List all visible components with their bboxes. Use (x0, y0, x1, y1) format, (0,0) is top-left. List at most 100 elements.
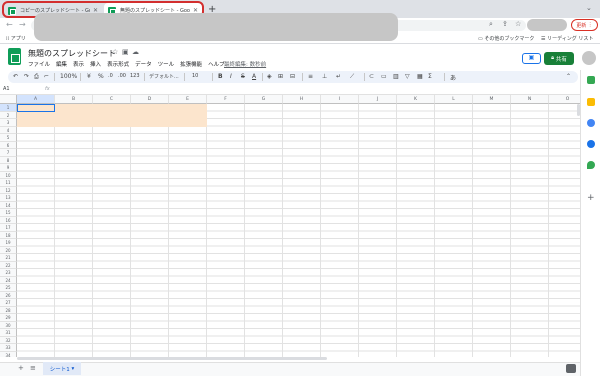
row-header[interactable]: 16 (0, 216, 17, 224)
row-header[interactable]: 6 (0, 141, 17, 149)
italic-button[interactable]: I (230, 73, 232, 80)
name-box[interactable]: A1 (3, 86, 10, 92)
row-header[interactable]: 24 (0, 276, 17, 284)
present-button[interactable]: ▣ (522, 53, 541, 64)
update-button[interactable]: 更新 ⋮ (571, 19, 598, 31)
row-header[interactable]: 26 (0, 291, 17, 299)
horizontal-scrollbar[interactable] (17, 357, 327, 360)
row-header[interactable]: 5 (0, 134, 17, 142)
select-all-corner[interactable] (0, 95, 17, 104)
row-header[interactable]: 34 (0, 351, 17, 357)
text-wrap-icon[interactable]: ↵ (336, 73, 341, 80)
row-header[interactable]: 14 (0, 201, 17, 209)
column-header[interactable]: L (435, 95, 473, 104)
row-header[interactable]: 19 (0, 239, 17, 247)
row-header[interactable]: 15 (0, 209, 17, 217)
bold-button[interactable]: B (218, 73, 223, 80)
more-formats-select[interactable]: 123 (130, 73, 140, 79)
menu-view[interactable]: 表示 (73, 60, 84, 68)
column-header[interactable]: F (207, 95, 245, 104)
row-header[interactable]: 17 (0, 224, 17, 232)
keep-icon[interactable] (587, 98, 595, 106)
share-page-icon[interactable]: ⇪ (502, 20, 508, 28)
zoom-select[interactable]: 100% (60, 73, 77, 80)
column-header[interactable]: G (245, 95, 283, 104)
row-header[interactable]: 27 (0, 299, 17, 307)
redo-icon[interactable]: ↷ (24, 73, 29, 80)
back-icon[interactable]: ← (6, 20, 13, 29)
filter-views-icon[interactable]: ▦ (417, 73, 423, 80)
text-rotation-icon[interactable]: ⟋ (350, 73, 354, 81)
print-icon[interactable]: ⎙ (34, 73, 39, 81)
font-size-select[interactable]: 10 (192, 73, 198, 79)
search-icon[interactable]: ⌕ (489, 20, 493, 29)
chevron-down-icon[interactable]: ⌄ (586, 4, 592, 12)
move-folder-icon[interactable]: ▣ (122, 48, 129, 56)
forward-icon[interactable]: → (19, 20, 26, 29)
column-header[interactable]: A (17, 95, 55, 104)
input-tools-icon[interactable]: あ (450, 73, 456, 82)
row-header[interactable]: 10 (0, 171, 17, 179)
row-header[interactable]: 25 (0, 284, 17, 292)
bookmark-star-icon[interactable]: ☆ (515, 20, 521, 28)
column-header[interactable]: H (283, 95, 321, 104)
cell-area[interactable] (17, 104, 580, 357)
selected-cell[interactable] (17, 104, 55, 112)
row-header[interactable]: 7 (0, 149, 17, 157)
tasks-icon[interactable] (587, 119, 595, 127)
text-color-button[interactable]: A (252, 73, 256, 80)
column-header[interactable]: K (397, 95, 435, 104)
row-header[interactable]: 2 (0, 111, 17, 119)
menu-extensions[interactable]: 拡張機能 (180, 60, 202, 68)
column-header[interactable]: D (131, 95, 169, 104)
row-header[interactable]: 9 (0, 164, 17, 172)
functions-icon[interactable]: Σ (428, 73, 432, 80)
vertical-align-icon[interactable]: ⊥ (322, 73, 327, 80)
row-header[interactable]: 30 (0, 321, 17, 329)
column-header[interactable]: E (169, 95, 207, 104)
row-header[interactable]: 22 (0, 261, 17, 269)
sheet-tab[interactable]: シート1 ▾ (43, 362, 81, 375)
chevron-up-icon[interactable]: ⌃ (566, 73, 571, 80)
paint-format-icon[interactable]: ⌐ (44, 73, 49, 80)
row-header[interactable]: 20 (0, 246, 17, 254)
row-header[interactable]: 1 (0, 104, 17, 112)
column-header[interactable]: C (93, 95, 131, 104)
reading-list[interactable]: ☰ リーディング リスト (541, 35, 593, 42)
insert-comment-icon[interactable]: ▭ (381, 73, 387, 80)
increase-decimal-button[interactable]: .00 (118, 73, 126, 79)
column-header[interactable]: I (321, 95, 359, 104)
explore-icon[interactable] (566, 364, 576, 373)
column-header[interactable]: M (473, 95, 511, 104)
row-header[interactable]: 4 (0, 126, 17, 134)
undo-icon[interactable]: ↶ (13, 73, 18, 80)
row-header[interactable]: 31 (0, 329, 17, 337)
spreadsheet-grid[interactable]: A B C D E F G H I J K L M N O 1 2 3 4 5 6 7 8 9 10 11 12 13 14 15 16 17… (0, 95, 580, 357)
insert-link-icon[interactable]: ⊂ (369, 73, 374, 80)
strikethrough-button[interactable]: S (241, 73, 245, 80)
row-header[interactable]: 8 (0, 156, 17, 164)
menu-tools[interactable]: ツール (158, 60, 175, 68)
last-edit-link[interactable]: 最終編集: 数秒前 (224, 60, 266, 68)
get-addons-plus-icon[interactable]: + (587, 193, 595, 203)
share-button[interactable]: 🔒︎ 共有 (544, 52, 574, 65)
row-header[interactable]: 13 (0, 194, 17, 202)
horizontal-align-icon[interactable]: ≡ (308, 73, 313, 80)
row-header[interactable]: 3 (0, 119, 17, 127)
sheets-addon-icon[interactable] (587, 76, 595, 84)
column-header[interactable]: N (511, 95, 549, 104)
menu-help[interactable]: ヘルプ (208, 60, 225, 68)
row-header[interactable]: 32 (0, 336, 17, 344)
currency-format-button[interactable]: ¥ (87, 73, 91, 80)
bookmark-apps[interactable]: ⁞⁞ アプリ (6, 35, 26, 42)
row-header[interactable]: 12 (0, 186, 17, 194)
row-header[interactable]: 28 (0, 306, 17, 314)
menu-data[interactable]: データ (135, 60, 152, 68)
row-header[interactable]: 33 (0, 344, 17, 352)
profile-chip-redacted[interactable] (527, 19, 567, 31)
sheets-logo-icon[interactable] (8, 48, 21, 65)
filter-icon[interactable]: ▽ (405, 73, 410, 80)
row-header[interactable]: 23 (0, 269, 17, 277)
menu-format[interactable]: 表示形式 (107, 60, 129, 68)
row-header[interactable]: 18 (0, 231, 17, 239)
